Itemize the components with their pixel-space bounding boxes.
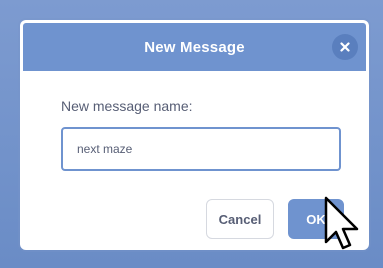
cancel-button[interactable]: Cancel (206, 199, 274, 239)
message-name-label: New message name: (61, 98, 193, 114)
close-icon (340, 42, 350, 52)
dialog-title: New Message (144, 38, 245, 56)
message-name-input[interactable] (61, 127, 341, 171)
ok-button[interactable]: OK (288, 199, 344, 239)
close-button[interactable] (332, 34, 358, 60)
dialog-header: New Message (23, 23, 366, 71)
new-message-dialog: New Message New message name: Cancel OK (20, 20, 369, 250)
dialog-body: New message name: Cancel OK (23, 71, 366, 247)
